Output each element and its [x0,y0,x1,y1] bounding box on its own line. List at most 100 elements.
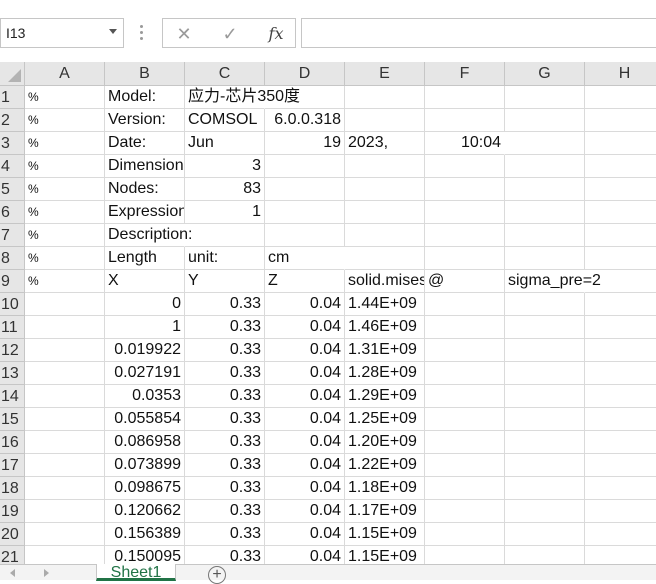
cell-a8[interactable]: % [25,247,105,270]
cell-d10[interactable]: 0.04 [265,293,345,316]
cell-a12[interactable] [25,339,105,362]
cell-a16[interactable] [25,431,105,454]
cell-f12[interactable] [425,339,505,362]
cell-b21[interactable]: 0.150095 [105,546,185,564]
cell-a6[interactable]: % [25,201,105,224]
cell-c11[interactable]: 0.33 [185,316,265,339]
cell-e13[interactable]: 1.28E+09 [345,362,425,385]
cell-c3[interactable]: Jun [185,132,265,155]
cell-h17[interactable] [585,454,656,477]
cell-g16[interactable] [505,431,585,454]
column-header-a[interactable]: A [25,62,105,86]
cell-a3[interactable]: % [25,132,105,155]
cell-g8[interactable] [505,247,585,270]
row-header-11[interactable]: 11 [0,316,25,339]
cell-e10[interactable]: 1.44E+09 [345,293,425,316]
cell-g2[interactable] [505,109,585,132]
cell-a17[interactable] [25,454,105,477]
cell-f21[interactable] [425,546,505,564]
cell-h18[interactable] [585,477,656,500]
cell-f18[interactable] [425,477,505,500]
cell-d17[interactable]: 0.04 [265,454,345,477]
cell-g13[interactable] [505,362,585,385]
cell-d8[interactable]: cm [265,247,345,270]
cell-d9[interactable]: Z [265,270,345,293]
cell-c9[interactable]: Y [185,270,265,293]
cell-a19[interactable] [25,500,105,523]
cell-c2[interactable]: COMSOL [185,109,265,132]
cell-f1[interactable] [425,86,505,109]
cell-c4[interactable]: 3 [185,155,265,178]
cell-d4[interactable] [265,155,345,178]
cell-b4[interactable]: Dimension [105,155,185,178]
cell-g19[interactable] [505,500,585,523]
cell-h16[interactable] [585,431,656,454]
cell-h14[interactable] [585,385,656,408]
column-header-g[interactable]: G [505,62,585,86]
cell-d11[interactable]: 0.04 [265,316,345,339]
cell-d7[interactable] [265,224,345,247]
cell-b5[interactable]: Nodes: [105,178,185,201]
check-icon[interactable]: ✓ [215,23,245,45]
cell-c19[interactable]: 0.33 [185,500,265,523]
row-header-16[interactable]: 16 [0,431,25,454]
cell-d2[interactable]: 6.0.0.318 [265,109,345,132]
cell-g11[interactable] [505,316,585,339]
cell-g1[interactable] [505,86,585,109]
cell-h2[interactable] [585,109,656,132]
column-header-b[interactable]: B [105,62,185,86]
cell-e9[interactable]: solid.mises [345,270,425,293]
row-header-2[interactable]: 2 [0,109,25,132]
cell-c10[interactable]: 0.33 [185,293,265,316]
cell-a10[interactable] [25,293,105,316]
cell-c12[interactable]: 0.33 [185,339,265,362]
formula-input[interactable] [301,18,656,48]
cell-b17[interactable]: 0.073899 [105,454,185,477]
row-header-12[interactable]: 12 [0,339,25,362]
row-header-21[interactable]: 21 [0,546,25,564]
cell-h11[interactable] [585,316,656,339]
add-sheet-button[interactable]: + [208,566,226,584]
cell-e15[interactable]: 1.25E+09 [345,408,425,431]
cell-h19[interactable] [585,500,656,523]
row-header-8[interactable]: 8 [0,247,25,270]
cell-b3[interactable]: Date: [105,132,185,155]
cell-d15[interactable]: 0.04 [265,408,345,431]
select-all-button[interactable] [0,62,25,86]
cell-d20[interactable]: 0.04 [265,523,345,546]
cell-f8[interactable] [425,247,505,270]
cell-b7[interactable]: Description: [105,224,192,247]
row-header-3[interactable]: 3 [0,132,25,155]
cell-c18[interactable]: 0.33 [185,477,265,500]
cell-a2[interactable]: % [25,109,105,132]
chevron-down-icon[interactable] [109,29,117,34]
sheet-tab[interactable]: Sheet1 [96,564,176,581]
cell-h10[interactable] [585,293,656,316]
cell-e12[interactable]: 1.31E+09 [345,339,425,362]
cell-h1[interactable] [585,86,656,109]
insert-function-button[interactable]: fx [261,23,291,45]
cell-a14[interactable] [25,385,105,408]
column-header-c[interactable]: C [185,62,265,86]
drag-handle-icon[interactable] [138,22,144,44]
cell-g15[interactable] [505,408,585,431]
cell-a15[interactable] [25,408,105,431]
cell-g7[interactable] [505,224,585,247]
cell-f6[interactable] [425,201,505,224]
row-header-10[interactable]: 10 [0,293,25,316]
row-header-5[interactable]: 5 [0,178,25,201]
cancel-icon[interactable]: ✕ [169,23,199,45]
cell-b6[interactable]: Expression [105,201,185,224]
row-header-20[interactable]: 20 [0,523,25,546]
cell-b11[interactable]: 1 [105,316,185,339]
cell-g10[interactable] [505,293,585,316]
cell-f11[interactable] [425,316,505,339]
cell-f15[interactable] [425,408,505,431]
cell-h6[interactable] [585,201,656,224]
cell-e21[interactable]: 1.15E+09 [345,546,425,564]
cell-e3[interactable]: 2023, [345,132,425,155]
cell-d21[interactable]: 0.04 [265,546,345,564]
scroll-left-icon[interactable] [10,569,15,577]
cell-f16[interactable] [425,431,505,454]
column-header-h[interactable]: H [585,62,656,86]
